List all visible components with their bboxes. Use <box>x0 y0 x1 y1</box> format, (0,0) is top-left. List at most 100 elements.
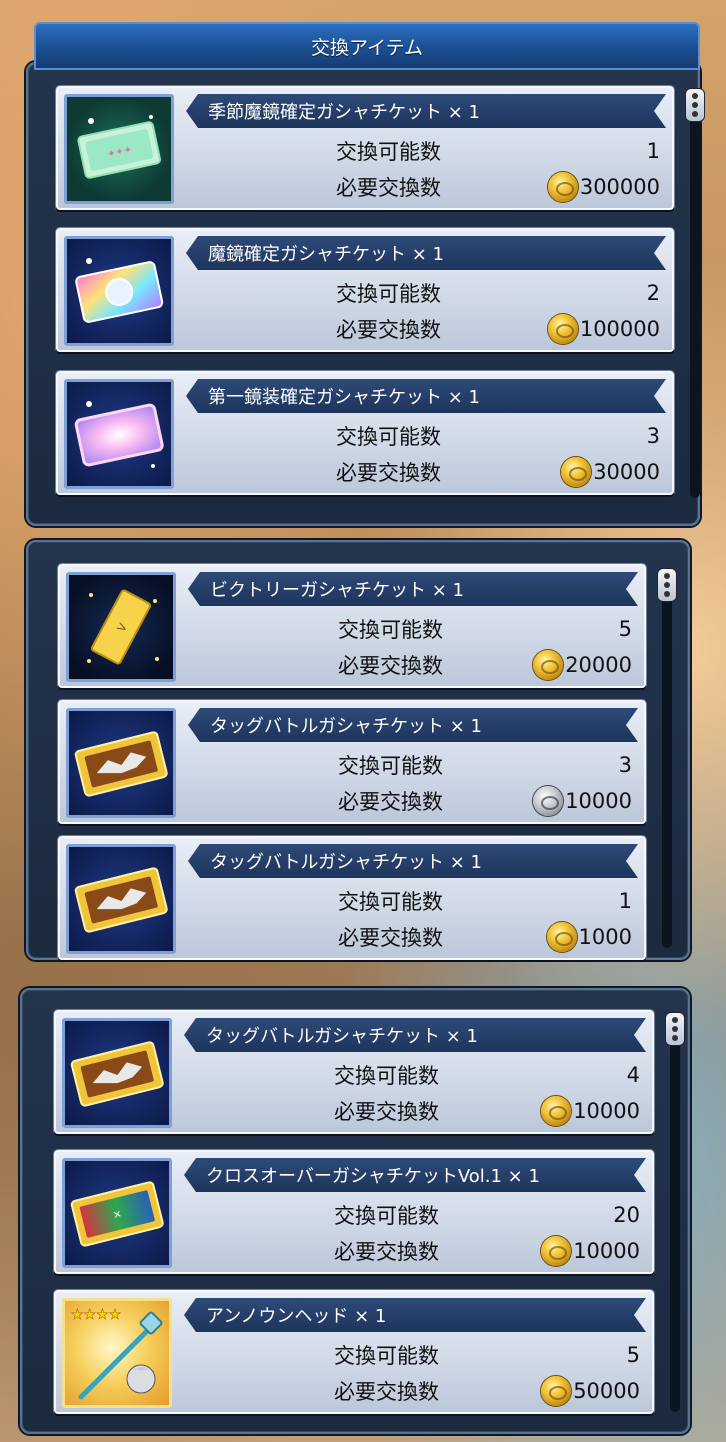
exchange-item-card[interactable]: ✦✦✦ 季節魔鏡確定ガシャチケット × 1 交換可能数 1 必要交換数 3000… <box>56 86 674 210</box>
required-label: 必要交換数 <box>338 926 443 950</box>
required-label: 必要交換数 <box>334 1100 439 1124</box>
required-cost: 1000 <box>578 925 632 949</box>
exchange-item-card[interactable]: V ビクトリーガシャチケット × 1 交換可能数 5 必要交換数 20000 <box>58 564 646 688</box>
scrollbar[interactable] <box>665 1012 685 1412</box>
scroll-thumb[interactable] <box>665 1012 685 1046</box>
item-name: タッグバトルガシャチケット × 1 <box>184 1018 646 1052</box>
available-label: 交換可能数 <box>338 754 443 778</box>
item-name: 季節魔鏡確定ガシャチケット × 1 <box>186 94 666 128</box>
available-row: 交換可能数 4 <box>184 1058 640 1092</box>
unknown-head-weapon-icon: ★★★★ <box>62 1298 172 1408</box>
available-row: 交換可能数 3 <box>188 748 632 782</box>
available-label: 交換可能数 <box>338 890 443 914</box>
gold-coin-icon <box>533 650 564 680</box>
tag-battle-ticket-icon <box>66 844 176 954</box>
item-name: ビクトリーガシャチケット × 1 <box>188 572 638 606</box>
available-label: 交換可能数 <box>334 1064 439 1088</box>
gold-coin-icon <box>546 922 577 952</box>
exchange-item-card[interactable]: 魔鏡確定ガシャチケット × 1 交換可能数 2 必要交換数 100000 <box>56 228 674 352</box>
item-name: タッグバトルガシャチケット × 1 <box>188 844 638 878</box>
scrollbar[interactable] <box>685 88 705 498</box>
available-count: 2 <box>646 281 660 305</box>
gold-coin-icon <box>547 172 578 202</box>
available-row: 交換可能数 20 <box>184 1198 640 1232</box>
available-label: 交換可能数 <box>338 618 443 642</box>
screenshot-section-2: V ビクトリーガシャチケット × 1 交換可能数 5 必要交換数 20000 タ… <box>0 536 726 968</box>
required-row: 必要交換数 10000 <box>184 1094 640 1128</box>
required-label: 必要交換数 <box>334 1240 439 1264</box>
panel-title: 交換アイテム <box>310 36 424 59</box>
required-cost: 20000 <box>565 653 632 677</box>
required-label: 必要交換数 <box>338 654 443 678</box>
available-row: 交換可能数 3 <box>186 419 660 453</box>
required-row: 必要交換数 100000 <box>186 312 660 346</box>
available-count: 5 <box>626 1343 640 1367</box>
available-label: 交換可能数 <box>334 1204 439 1228</box>
item-name: クロスオーバーガシャチケットVol.1 × 1 <box>184 1158 646 1192</box>
required-label: 必要交換数 <box>336 176 441 200</box>
required-cost: 300000 <box>579 175 660 199</box>
item-name: アンノウンヘッド × 1 <box>184 1298 646 1332</box>
gold-coin-icon <box>541 1096 572 1126</box>
item-name: 魔鏡確定ガシャチケット × 1 <box>186 236 666 270</box>
available-count: 1 <box>646 139 660 163</box>
panel-header: 交換アイテム <box>34 22 700 70</box>
available-count: 4 <box>626 1063 640 1087</box>
required-row: 必要交換数 10000 <box>184 1234 640 1268</box>
available-row: 交換可能数 1 <box>188 884 632 918</box>
screenshot-section-3: タッグバトルガシャチケット × 1 交換可能数 4 必要交換数 10000 ✕ <box>0 968 726 1442</box>
available-row: 交換可能数 5 <box>188 612 632 646</box>
gold-coin-icon <box>561 457 592 487</box>
required-label: 必要交換数 <box>338 790 443 814</box>
item-name: 第一鏡装確定ガシャチケット × 1 <box>186 379 666 413</box>
required-row: 必要交換数 10000 <box>188 784 632 818</box>
available-row: 交換可能数 5 <box>184 1338 640 1372</box>
scroll-thumb[interactable] <box>685 88 705 122</box>
available-label: 交換可能数 <box>336 140 441 164</box>
exchange-item-card[interactable]: タッグバトルガシャチケット × 1 交換可能数 3 必要交換数 10000 <box>58 700 646 824</box>
tag-battle-ticket-icon <box>66 708 176 818</box>
gold-coin-icon <box>541 1236 572 1266</box>
required-label: 必要交換数 <box>336 318 441 342</box>
exchange-item-card[interactable]: 第一鏡装確定ガシャチケット × 1 交換可能数 3 必要交換数 30000 <box>56 371 674 495</box>
available-row: 交換可能数 1 <box>186 134 660 168</box>
required-row: 必要交換数 20000 <box>188 648 632 682</box>
required-label: 必要交換数 <box>334 1380 439 1404</box>
available-count: 5 <box>618 617 632 641</box>
screenshot-section-1: 交換アイテム ✦✦✦ 季節魔鏡確定ガシャチケット × 1 交換可能数 1 必要交… <box>0 0 726 536</box>
scroll-thumb[interactable] <box>657 568 677 602</box>
required-cost: 100000 <box>579 317 660 341</box>
pink-ticket-icon <box>64 379 174 489</box>
available-label: 交換可能数 <box>336 282 441 306</box>
available-count: 3 <box>646 424 660 448</box>
available-label: 交換可能数 <box>336 425 441 449</box>
exchange-item-card[interactable]: ★★★★ アンノウンヘッド × 1 交換可能数 5 必要交換数 50000 <box>54 1290 654 1414</box>
crossover-ticket-icon: ✕ <box>62 1158 172 1268</box>
available-count: 1 <box>618 889 632 913</box>
victory-ticket-icon: V <box>66 572 176 682</box>
exchange-item-card[interactable]: タッグバトルガシャチケット × 1 交換可能数 1 必要交換数 1000 <box>58 836 646 960</box>
svg-text:★★★★: ★★★★ <box>71 1307 121 1323</box>
required-row: 必要交換数 30000 <box>186 455 660 489</box>
available-count: 20 <box>613 1203 640 1227</box>
required-row: 必要交換数 50000 <box>184 1374 640 1408</box>
item-name: タッグバトルガシャチケット × 1 <box>188 708 638 742</box>
exchange-item-card[interactable]: タッグバトルガシャチケット × 1 交換可能数 4 必要交換数 10000 <box>54 1010 654 1134</box>
seasonal-ticket-icon: ✦✦✦ <box>64 94 174 204</box>
rainbow-ticket-icon <box>64 236 174 346</box>
available-count: 3 <box>618 753 632 777</box>
gold-coin-icon <box>541 1376 572 1406</box>
tag-battle-ticket-icon <box>62 1018 172 1128</box>
silver-coin-icon <box>533 786 564 816</box>
required-label: 必要交換数 <box>336 461 441 485</box>
exchange-item-card[interactable]: ✕ クロスオーバーガシャチケットVol.1 × 1 交換可能数 20 必要交換数… <box>54 1150 654 1274</box>
required-row: 必要交換数 300000 <box>186 170 660 204</box>
available-label: 交換可能数 <box>334 1344 439 1368</box>
required-row: 必要交換数 1000 <box>188 920 632 954</box>
scrollbar[interactable] <box>657 568 677 948</box>
available-row: 交換可能数 2 <box>186 276 660 310</box>
required-cost: 30000 <box>593 460 660 484</box>
required-cost: 10000 <box>573 1099 640 1123</box>
required-cost: 10000 <box>573 1239 640 1263</box>
required-cost: 50000 <box>573 1379 640 1403</box>
